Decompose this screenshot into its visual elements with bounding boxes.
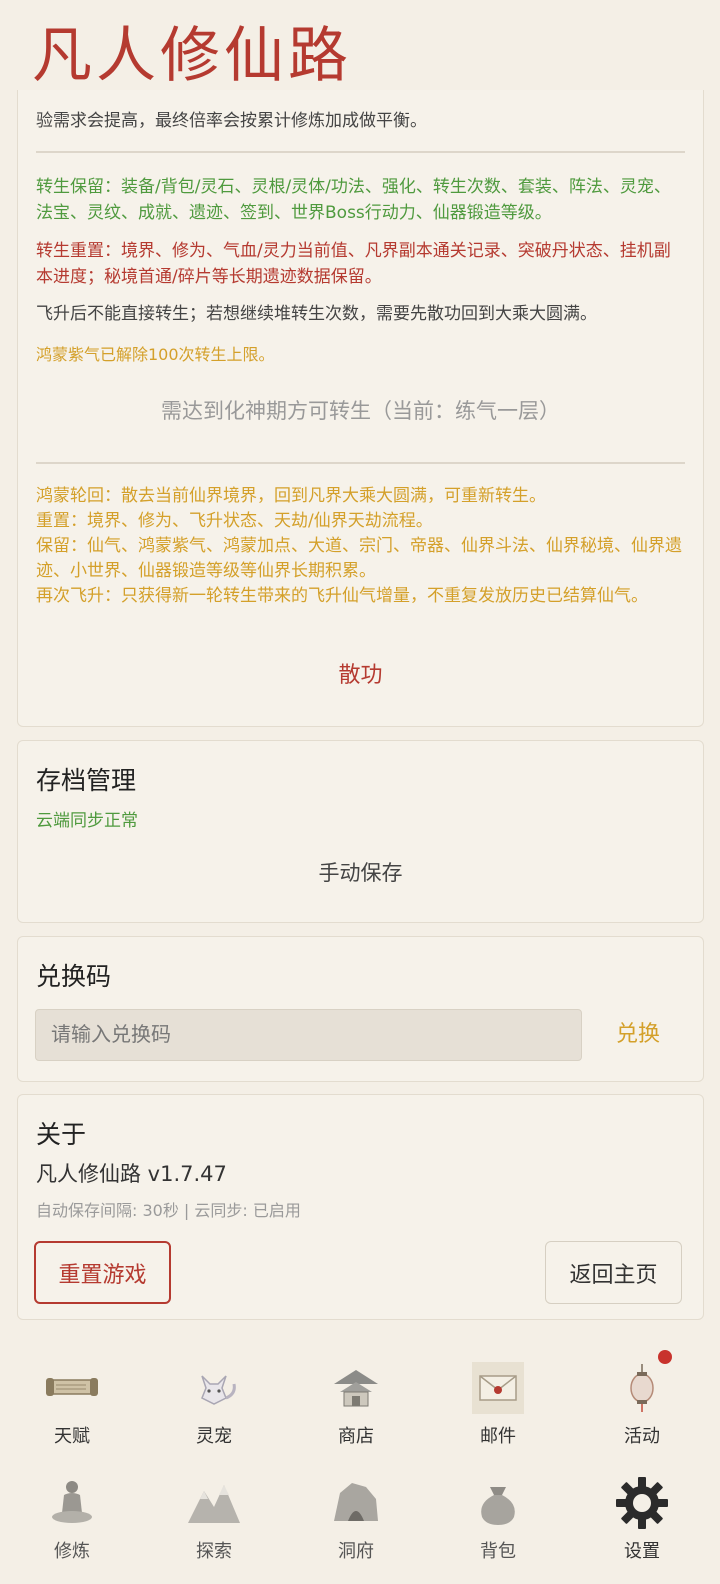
cave-icon	[334, 1483, 378, 1521]
nav-pet[interactable]: 灵宠	[142, 1358, 286, 1448]
divider	[36, 462, 685, 464]
save-card: 存档管理 云端同步正常 手动保存	[17, 740, 704, 923]
nav-label: 探索	[196, 1541, 232, 1562]
fox-icon	[201, 1375, 236, 1405]
redeem-code-input[interactable]: 请输入兑换码	[35, 1009, 582, 1061]
nav-label: 背包	[480, 1541, 516, 1562]
lantern-icon	[630, 1364, 654, 1412]
nav-label: 修炼	[54, 1541, 90, 1562]
rebirth-limit-text: 鸿蒙紫气已解除100次转生上限。	[36, 345, 275, 364]
about-info: 自动保存间隔: 30秒 | 云同步: 已启用	[36, 1201, 301, 1220]
redeem-title: 兑换码	[36, 962, 112, 991]
nav-label: 邮件	[480, 1426, 516, 1447]
redeem-button[interactable]: 兑换	[598, 1009, 678, 1061]
cycle-line: 再次飞升：只获得新一轮转生带来的飞升仙气增量，不重复发放历史已结算仙气。	[36, 586, 648, 606]
rebirth-partial-text: 验需求会提高，最终倍率会按累计修炼加成做平衡。	[36, 111, 427, 131]
nav-cultivate[interactable]: 修炼	[0, 1473, 144, 1563]
rebirth-keep-text: 转生保留：装备/背包/灵石、灵根/灵体/功法、强化、转生次数、套装、阵法、灵宠、…	[36, 177, 671, 223]
mountain-icon	[188, 1485, 240, 1523]
rebirth-note-text: 飞升后不能直接转生；若想继续堆转生次数，需要先散功回到大乘大圆满。	[36, 304, 597, 324]
divider	[36, 151, 685, 153]
cycle-line: 鸿蒙轮回：散去当前仙界境界，回到凡界大乘大圆满，可重新转生。	[36, 486, 546, 506]
nav-label: 天赋	[54, 1426, 90, 1447]
redeem-card: 兑换码 请输入兑换码 兑换	[17, 936, 704, 1082]
nav-mail[interactable]: 邮件	[426, 1358, 570, 1448]
cycle-line: 保留：仙气、鸿蒙紫气、鸿蒙加点、大道、宗门、帝器、仙界斗法、仙界秘境、仙界遗迹、…	[36, 536, 682, 581]
disperse-button[interactable]: 散功	[36, 663, 685, 689]
bag-icon	[481, 1487, 515, 1525]
return-home-button[interactable]: 返回主页	[545, 1241, 682, 1304]
gear-icon	[616, 1477, 668, 1529]
hongmeng-cycle-text: 鸿蒙轮回：散去当前仙界境界，回到凡界大乘大圆满，可重新转生。 重置：境界、修为、…	[36, 484, 685, 609]
nav-settings[interactable]: 设置	[570, 1473, 714, 1563]
cycle-line: 重置：境界、修为、飞升状态、天劫/仙界天劫流程。	[36, 511, 433, 531]
nav-label: 洞府	[338, 1541, 374, 1562]
nav-explore[interactable]: 探索	[142, 1473, 286, 1563]
save-title: 存档管理	[36, 766, 137, 795]
nav-label: 灵宠	[196, 1426, 232, 1447]
about-title: 关于	[36, 1120, 87, 1149]
nav-label: 设置	[624, 1541, 660, 1562]
reset-game-button[interactable]: 重置游戏	[34, 1241, 171, 1304]
nav-bag[interactable]: 背包	[426, 1473, 570, 1563]
nav-activity[interactable]: 活动	[570, 1358, 714, 1448]
app-version: 凡人修仙路 v1.7.47	[36, 1162, 227, 1186]
rebirth-requirement: 需达到化神期方可转生（当前：练气一层）	[161, 399, 560, 423]
pavilion-icon	[334, 1370, 378, 1407]
notification-badge	[658, 1350, 672, 1364]
cloud-sync-status: 云端同步正常	[36, 811, 138, 831]
rebirth-card: 验需求会提高，最终倍率会按累计修炼加成做平衡。 转生保留：装备/背包/灵石、灵根…	[17, 90, 704, 727]
nav-shop[interactable]: 商店	[284, 1358, 428, 1448]
envelope-icon	[472, 1362, 524, 1414]
nav-cave[interactable]: 洞府	[284, 1473, 428, 1563]
nav-label: 商店	[338, 1426, 374, 1447]
app-title: 凡人修仙路	[32, 21, 352, 91]
nav-talent[interactable]: 天赋	[0, 1358, 144, 1448]
about-card: 关于 凡人修仙路 v1.7.47 自动保存间隔: 30秒 | 云同步: 已启用 …	[17, 1094, 704, 1320]
nav-label: 活动	[624, 1426, 660, 1447]
meditation-icon	[52, 1481, 92, 1523]
manual-save-button[interactable]: 手动保存	[36, 860, 685, 886]
scroll-icon	[46, 1378, 98, 1396]
rebirth-reset-text: 转生重置：境界、修为、气血/灵力当前值、凡界副本通关记录、突破丹状态、挂机副本进…	[36, 241, 671, 287]
